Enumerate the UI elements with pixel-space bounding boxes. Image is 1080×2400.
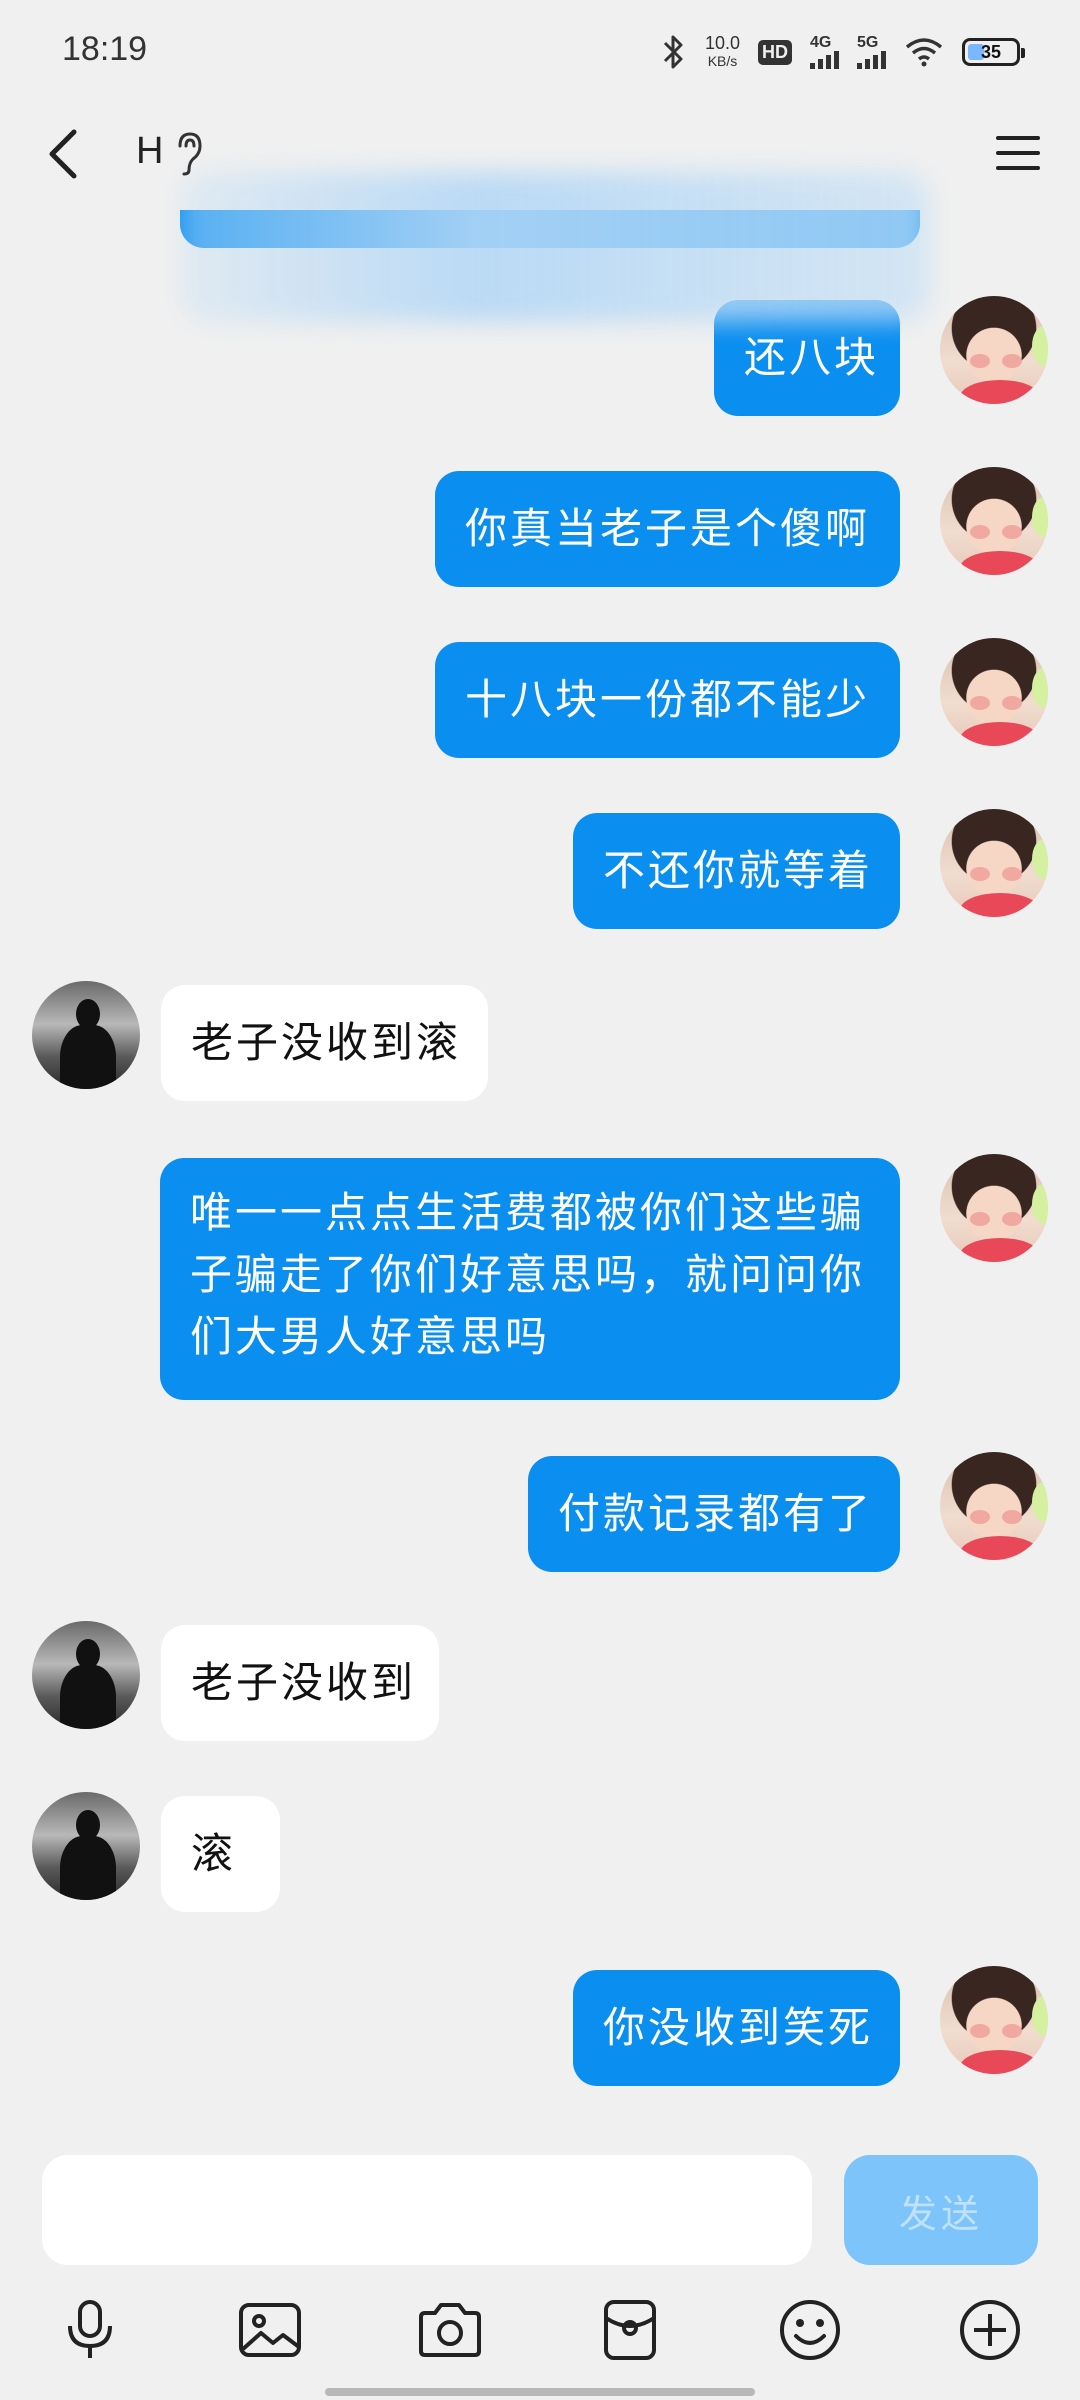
outgoing-message-bubble[interactable]: 你真当老子是个傻啊: [435, 471, 900, 587]
emoji-icon[interactable]: [775, 2295, 845, 2365]
chat-header: H: [0, 100, 1080, 322]
status-icons: 10.0 KB/s HD 4G 5G 35: [661, 30, 1025, 74]
bluetooth-icon: [663, 35, 683, 69]
incoming-message-bubble[interactable]: 滚: [161, 1796, 280, 1912]
my-avatar[interactable]: [940, 1154, 1048, 1262]
message-row: 老子没收到: [0, 1621, 1080, 1741]
my-avatar[interactable]: [940, 638, 1048, 746]
my-avatar[interactable]: [940, 1452, 1048, 1560]
message-list[interactable]: 还八块 你真当老子是个傻啊 十八块一份都不能少 不还你就等着 老子没收到滚 唯一一点点生活…: [0, 200, 1080, 2135]
message-text: 老子没收到滚: [191, 1018, 462, 1067]
send-button[interactable]: 发送: [844, 2155, 1038, 2265]
red-packet-icon[interactable]: [595, 2295, 665, 2365]
my-avatar[interactable]: [940, 296, 1048, 404]
outgoing-message-bubble[interactable]: 你没收到笑死: [573, 1970, 900, 2086]
contact-name[interactable]: H: [136, 130, 163, 173]
contact-avatar[interactable]: [32, 981, 140, 1089]
message-row: 付款记录都有了: [0, 1452, 1080, 1572]
plus-icon[interactable]: [955, 2295, 1025, 2365]
incoming-message-bubble[interactable]: 老子没收到滚: [161, 985, 488, 1101]
ear-icon: [178, 132, 202, 176]
message-row: 老子没收到滚: [0, 981, 1080, 1101]
camera-icon[interactable]: [415, 2295, 485, 2365]
message-row: 滚: [0, 1792, 1080, 1912]
composer-toolbar: [0, 2285, 1080, 2375]
outgoing-message-bubble[interactable]: 不还你就等着: [573, 813, 900, 929]
outgoing-message-bubble[interactable]: 唯一一点点生活费都被你们这些骗子骗走了你们好意思吗，就问问你们大男人好意思吗: [160, 1158, 900, 1400]
message-row: 十八块一份都不能少: [0, 638, 1080, 758]
message-text: 滚: [191, 1829, 237, 1878]
home-indicator[interactable]: [325, 2388, 755, 2396]
outgoing-message-bubble[interactable]: 十八块一份都不能少: [435, 642, 900, 758]
message-text: 你没收到笑死: [603, 2003, 874, 2052]
menu-icon[interactable]: [992, 128, 1044, 178]
hd-badge: HD: [758, 39, 792, 65]
message-text: 十八块一份都不能少: [465, 675, 871, 724]
message-row: 唯一一点点生活费都被你们这些骗子骗走了你们好意思吗，就问问你们大男人好意思吗: [0, 1154, 1080, 1400]
battery-icon: 35: [962, 38, 1025, 66]
message-row: 不还你就等着: [0, 809, 1080, 929]
signal-bars-icon: [810, 51, 839, 69]
message-text: 老子没收到: [191, 1658, 417, 1707]
composer: 发送: [0, 2135, 1080, 2400]
message-row: 你真当老子是个傻啊: [0, 467, 1080, 587]
signal-bars-icon: [857, 51, 886, 69]
message-text: 不还你就等着: [603, 846, 874, 895]
contact-avatar[interactable]: [32, 1792, 140, 1900]
wifi-icon: [905, 38, 943, 67]
network-speed: 10.0 KB/s: [704, 33, 740, 69]
signal-5g: 5G: [857, 35, 886, 69]
back-icon[interactable]: [40, 124, 90, 184]
status-bar: 18:19 10.0 KB/s HD 4G 5G 35: [0, 0, 1080, 100]
contact-avatar[interactable]: [32, 1621, 140, 1729]
my-avatar[interactable]: [940, 809, 1048, 917]
message-text: 付款记录都有了: [558, 1489, 874, 1538]
status-time: 18:19: [62, 30, 148, 68]
blurred-region: [180, 172, 930, 322]
message-input[interactable]: [42, 2155, 812, 2265]
incoming-message-bubble[interactable]: 老子没收到: [161, 1625, 439, 1741]
message-text: 唯一一点点生活费都被你们这些骗子骗走了你们好意思吗，就问问你们大男人好意思吗: [190, 1188, 866, 1361]
message-text: 你真当老子是个傻啊: [465, 504, 871, 553]
message-row: 你没收到笑死: [0, 1966, 1080, 2086]
my-avatar[interactable]: [940, 467, 1048, 575]
signal-4g: 4G: [810, 35, 839, 69]
image-icon[interactable]: [235, 2295, 305, 2365]
microphone-icon[interactable]: [55, 2295, 125, 2365]
my-avatar[interactable]: [940, 1966, 1048, 2074]
outgoing-message-bubble[interactable]: 付款记录都有了: [528, 1456, 900, 1572]
